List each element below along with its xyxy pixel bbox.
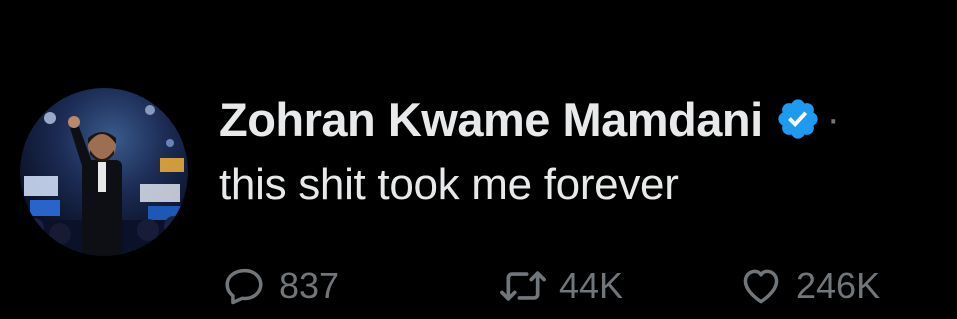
reply-button[interactable]: 837 xyxy=(223,258,339,314)
author-display-name[interactable]: Zohran Kwame Mamdani xyxy=(219,92,763,147)
reply-count: 837 xyxy=(279,265,340,306)
author-row: Zohran Kwame Mamdani · xyxy=(219,88,840,150)
retweet-button[interactable]: 44K xyxy=(499,258,623,314)
action-bar: 837 44K 246K xyxy=(0,258,957,314)
retweet-icon xyxy=(500,271,546,301)
like-count: 246K xyxy=(796,265,881,306)
avatar-photo xyxy=(20,88,188,256)
heart-icon xyxy=(743,269,779,304)
avatar[interactable] xyxy=(20,88,188,256)
retweet-count: 44K xyxy=(559,265,624,306)
separator-dot: · xyxy=(826,97,840,141)
verified-badge-icon[interactable] xyxy=(775,96,821,142)
tweet[interactable]: Zohran Kwame Mamdani · this shit took me… xyxy=(0,0,957,319)
tweet-text: this shit took me forever xyxy=(219,160,679,209)
like-button[interactable]: 246K xyxy=(738,258,880,314)
reply-icon xyxy=(225,268,263,305)
